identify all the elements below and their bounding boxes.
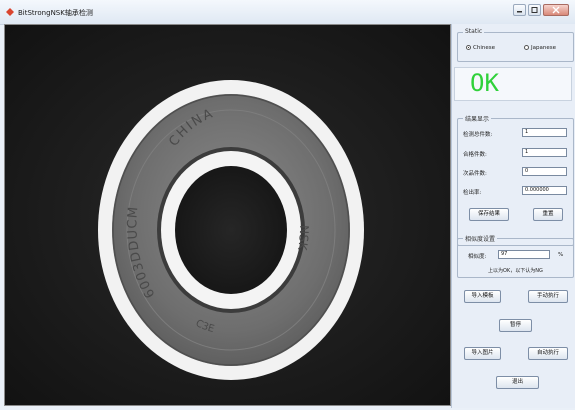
image-viewport: CHINA 6003DDUCM NSK C3E bbox=[4, 24, 451, 406]
bearing-mark-right: NSK bbox=[295, 225, 311, 252]
radio-chinese[interactable]: Chinese bbox=[466, 45, 495, 51]
svg-text:NSK: NSK bbox=[295, 225, 311, 252]
bearing-image: CHINA 6003DDUCM NSK C3E bbox=[5, 25, 450, 405]
pass-count-field[interactable]: 1 bbox=[522, 148, 567, 157]
minimize-button[interactable] bbox=[513, 4, 526, 16]
pause-button[interactable]: 暂停 bbox=[499, 319, 532, 332]
similarity-note: 上以为OK，以下认为NG bbox=[488, 268, 543, 274]
maximize-button[interactable] bbox=[528, 4, 541, 16]
defect-count-field[interactable]: 0 bbox=[522, 167, 567, 176]
exit-button[interactable]: 退出 bbox=[496, 376, 539, 389]
radio-selected-icon bbox=[466, 45, 471, 50]
import-template-button[interactable]: 导入模板 bbox=[464, 290, 501, 303]
radio-japanese[interactable]: Japanese bbox=[524, 45, 556, 51]
manual-run-button[interactable]: 手动执行 bbox=[528, 290, 568, 303]
defect-count-label: 次品件数: bbox=[463, 171, 487, 177]
total-count-field[interactable]: 1 bbox=[522, 128, 567, 137]
status-display: OK bbox=[454, 67, 572, 101]
similarity-label: 相似度: bbox=[468, 254, 487, 260]
title-bar: BitStrongNSK轴承检测 bbox=[0, 0, 575, 25]
close-button[interactable] bbox=[543, 4, 569, 16]
save-results-button[interactable]: 保存结果 bbox=[469, 208, 509, 221]
close-icon bbox=[552, 6, 560, 14]
reset-button[interactable]: 重置 bbox=[533, 208, 563, 221]
similarity-group-title: 相似度设置 bbox=[463, 234, 498, 243]
detection-rate-label: 检出率: bbox=[463, 190, 482, 196]
results-group: 结果显示 检测总件数: 1 合格件数: 1 次品件数: 0 检出率: 0.000… bbox=[457, 114, 574, 246]
application-window: BitStrongNSK轴承检测 CHINA 6003DDUCM NSK C3E… bbox=[0, 0, 575, 410]
similarity-input[interactable]: 97 bbox=[498, 250, 550, 259]
app-icon bbox=[6, 8, 14, 16]
similarity-group: 相似度设置 相似度: 97 % 上以为OK，以下认为NG bbox=[457, 234, 574, 278]
similarity-unit: % bbox=[558, 252, 564, 258]
pass-count-label: 合格件数: bbox=[463, 152, 487, 158]
static-group-title: Static bbox=[463, 28, 485, 35]
static-group: Static Chinese Japanese bbox=[457, 28, 574, 62]
total-count-label: 检测总件数: bbox=[463, 132, 493, 138]
results-group-title: 结果显示 bbox=[463, 114, 492, 123]
bearing-bore bbox=[175, 166, 287, 294]
maximize-icon bbox=[531, 7, 538, 13]
import-image-button[interactable]: 导入图片 bbox=[464, 347, 501, 360]
window-title: BitStrongNSK轴承检测 bbox=[18, 9, 93, 17]
radio-japanese-label: Japanese bbox=[531, 45, 556, 51]
auto-run-button[interactable]: 自动执行 bbox=[528, 347, 568, 360]
radio-chinese-label: Chinese bbox=[473, 45, 495, 51]
status-ok-text: OK bbox=[470, 69, 499, 97]
minimize-icon bbox=[517, 11, 522, 13]
radio-unselected-icon bbox=[524, 45, 529, 50]
detection-rate-field[interactable]: 0.000000 bbox=[522, 186, 567, 195]
